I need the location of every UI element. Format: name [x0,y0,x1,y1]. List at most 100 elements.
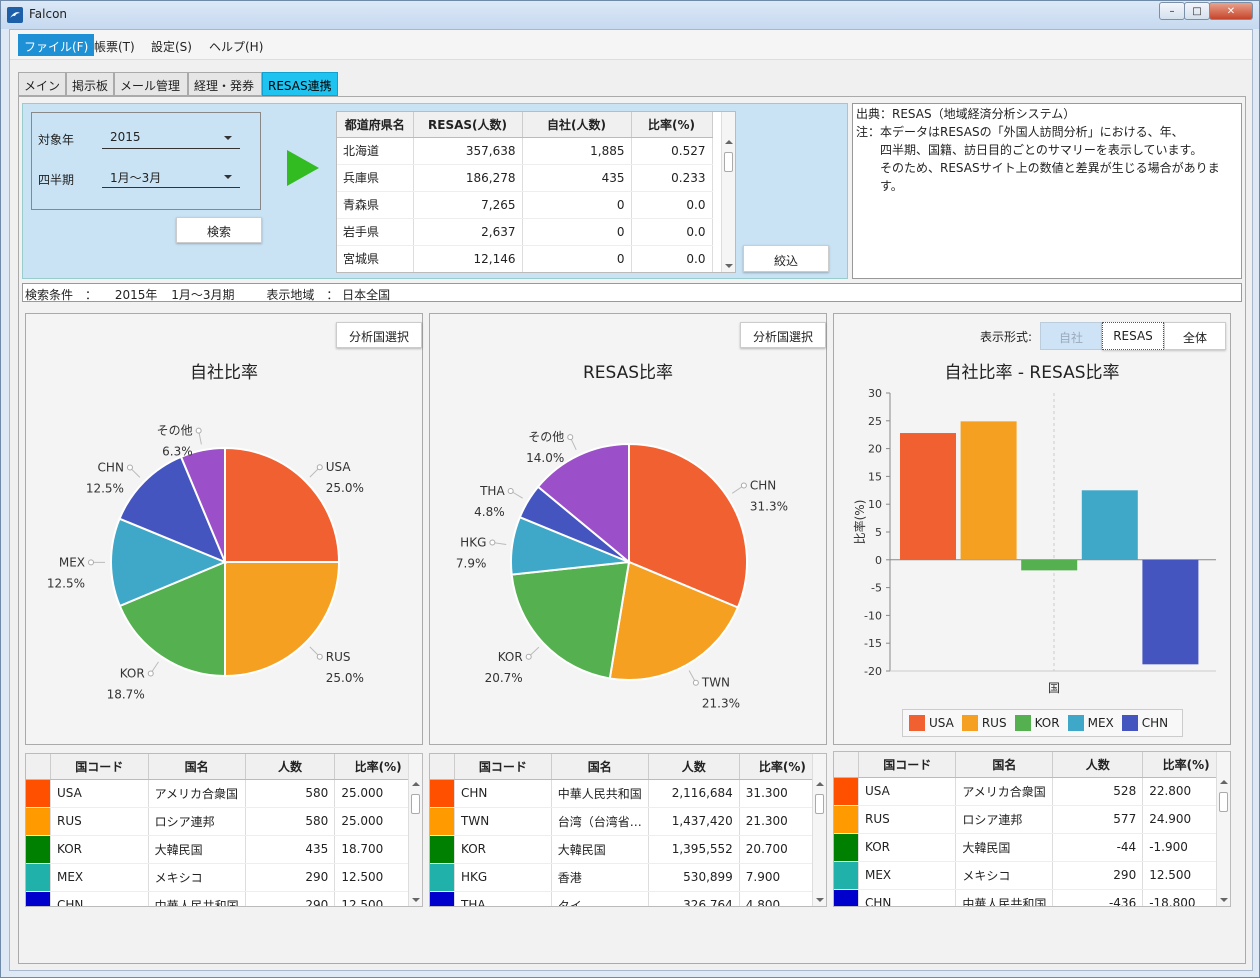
table-scrollbar[interactable] [812,754,826,906]
table-row[interactable]: KOR 大韓民国 435 18.700 [26,835,422,864]
minimize-button[interactable]: – [1159,2,1185,20]
legend-item[interactable]: RUS [961,715,1007,731]
diff-ratio-panel: 表示形式: 自社 RESAS 全体 自社比率 - RESAS比率 30 25 20 1… [833,313,1231,745]
maximize-button[interactable]: □ [1184,2,1210,20]
col-count[interactable]: 人数 [1052,752,1144,778]
col-country-code[interactable]: 国コード [50,754,149,780]
col-count[interactable]: 人数 [648,754,740,780]
table-scrollbar[interactable] [408,754,422,906]
bar-MEX[interactable] [1081,490,1138,560]
year-select[interactable]: 2015 [102,127,240,149]
table-row[interactable]: MEX メキシコ 290 12.500 [834,861,1230,890]
count-cell: -436 [1052,889,1144,906]
legend-swatch [1067,715,1084,731]
table-row[interactable]: 宮城県 12,146 0 0.0 [337,245,713,272]
col-country-code[interactable]: 国コード [454,754,552,780]
table-row[interactable]: THA タイ 326,764 4.800 [430,891,826,906]
menu-report[interactable]: 帳票(T) [88,34,141,56]
scroll-thumb[interactable] [815,794,824,814]
scroll-thumb[interactable] [724,152,733,172]
legend-item[interactable]: MEX [1067,715,1114,731]
col-country-name[interactable]: 国名 [148,754,246,780]
col-country-name[interactable]: 国名 [551,754,649,780]
pie-value-label: 18.7% [107,688,145,702]
scroll-up-icon[interactable] [725,140,733,144]
color-swatch [26,835,51,864]
scroll-thumb[interactable] [411,794,420,814]
menu-help[interactable]: ヘルプ(H) [203,34,269,56]
table-row[interactable]: CHN 中華人民共和国 -436 -18.800 [834,889,1230,906]
prefecture-table-scrollbar[interactable] [721,112,735,272]
table-row[interactable]: TWN 台湾（台湾省… 1,437,420 21.300 [430,807,826,836]
col-country-name[interactable]: 国名 [955,752,1054,778]
legend-item[interactable]: KOR [1014,715,1060,731]
col-count[interactable]: 人数 [245,754,336,780]
resas-country-table[interactable]: 国コード 国名 人数 比率(%) CHN 中華人民共和国 2,116,684 31.300 TW… [429,753,827,907]
quarter-value: 1月～3月 [110,171,162,185]
filter-button[interactable]: 絞込 [743,245,829,272]
scroll-down-icon[interactable] [725,264,733,268]
scroll-up-icon[interactable] [816,782,824,786]
own-count-cell: 0 [522,191,632,219]
own-country-table[interactable]: 国コード 国名 人数 比率(%) USA アメリカ合衆国 580 25.000 RUS ロシア連邦… [25,753,423,907]
scroll-up-icon[interactable] [1220,780,1228,784]
table-row[interactable]: RUS ロシア連邦 580 25.000 [26,807,422,836]
tab-main[interactable]: メイン [18,72,66,96]
bar-KOR[interactable] [1021,559,1078,571]
prefecture-table[interactable]: 都道府県名 RESAS(人数) 自社(人数) 比率(%) 北海道 357,638 1… [336,111,736,273]
legend-item[interactable]: CHN [1121,715,1168,731]
table-row[interactable]: CHN 中華人民共和国 2,116,684 31.300 [430,779,826,808]
diff-country-table[interactable]: 国コード 国名 人数 比率(%) USA アメリカ合衆国 528 22.800 RUS ロシア連邦… [833,751,1231,907]
menu-settings[interactable]: 設定(S) [145,34,198,56]
table-row[interactable]: KOR 大韓民国 -44 -1.900 [834,833,1230,862]
tab-accounting[interactable]: 経理・発券 [188,72,262,96]
legend-item[interactable]: USA [909,715,954,731]
y-tick-label: -5 [871,582,882,595]
search-button[interactable]: 検索 [176,217,262,243]
scroll-down-icon[interactable] [816,898,824,902]
table-row[interactable]: MEX メキシコ 290 12.500 [26,863,422,892]
table-row[interactable]: USA アメリカ合衆国 528 22.800 [834,777,1230,806]
legend-label: USA [929,716,954,730]
col-own-count[interactable]: 自社(人数) [522,112,632,138]
pie-slice-RUS[interactable] [224,561,341,678]
col-rate[interactable]: 比率(%) [631,112,713,138]
menu-file[interactable]: ファイル(F) [18,34,95,56]
table-row[interactable]: 岩手県 2,637 0 0.0 [337,218,713,246]
scroll-down-icon[interactable] [1220,898,1228,902]
count-cell: 290 [245,891,336,906]
table-row[interactable]: RUS ロシア連邦 577 24.900 [834,805,1230,834]
country-code-cell: USA [50,779,149,808]
scroll-down-icon[interactable] [412,898,420,902]
table-row[interactable]: 北海道 357,638 1,885 0.527 [337,137,713,165]
table-row[interactable]: 青森県 7,265 0 0.0 [337,191,713,219]
pie-slice-KOR[interactable] [510,560,631,680]
app-window: Falcon – □ ✕ ファイル(F) 帳票(T) 設定(S) ヘルプ(H) … [0,0,1260,978]
col-resas-count[interactable]: RESAS(人数) [413,112,523,138]
bar-USA[interactable] [900,433,956,560]
close-button[interactable]: ✕ [1209,2,1253,20]
pie-label: CHN [98,461,124,475]
chevron-down-icon [224,175,232,179]
scroll-up-icon[interactable] [412,782,420,786]
quarter-select[interactable]: 1月～3月 [102,166,240,188]
table-row[interactable]: KOR 大韓民国 1,395,552 20.700 [430,835,826,864]
tab-resas[interactable]: RESAS連携 [262,72,338,96]
tab-board[interactable]: 掲示板 [66,72,114,96]
table-row[interactable]: CHN 中華人民共和国 290 12.500 [26,891,422,906]
table-row[interactable]: HKG 香港 530,899 7.900 [430,863,826,892]
pie-slice-USA[interactable] [224,446,341,563]
tab-mail[interactable]: メール管理 [114,72,188,96]
table-scrollbar[interactable] [1216,752,1230,906]
table-row[interactable]: 兵庫県 186,278 435 0.233 [337,164,713,192]
bar-CHN[interactable] [1142,559,1199,665]
col-country-code[interactable]: 国コード [858,752,957,778]
col-prefecture[interactable]: 都道府県名 [337,112,414,138]
bar-RUS[interactable] [960,421,1017,560]
table-row[interactable]: USA アメリカ合衆国 580 25.000 [26,779,422,808]
scroll-thumb[interactable] [1219,792,1228,812]
color-swatch [834,777,859,806]
title-bar[interactable]: Falcon – □ ✕ [1,1,1259,29]
country-code-cell: THA [454,891,552,906]
own-count-cell: 1,885 [522,137,632,165]
